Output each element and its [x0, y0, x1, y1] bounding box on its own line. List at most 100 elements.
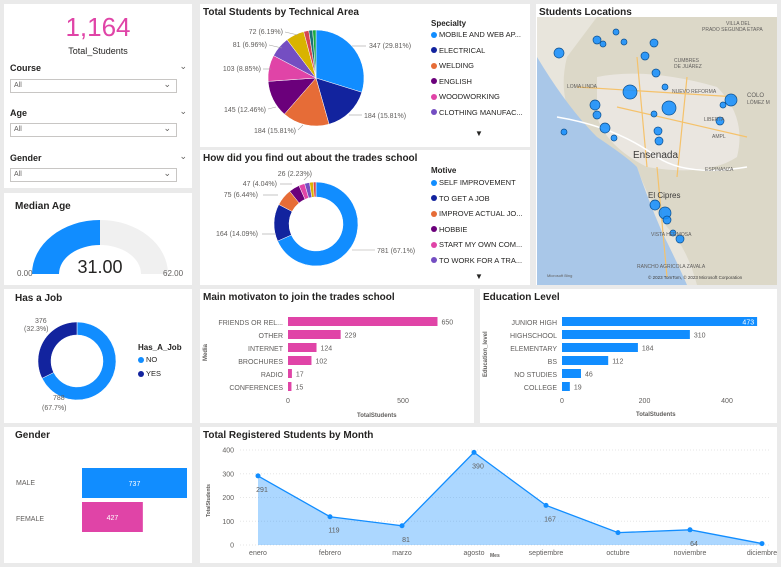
legend-item[interactable]: HOBBIE: [431, 225, 467, 234]
dot-icon: [431, 93, 437, 100]
y-tick-label: 400: [222, 448, 234, 455]
legend-item[interactable]: WOODWORKING: [431, 92, 500, 101]
slice-label: 47 (4.04%): [243, 181, 277, 188]
location-dot: [661, 100, 677, 116]
legend-item[interactable]: ELECTRICAL: [431, 46, 485, 55]
specialty-pie-chart: 347 (29.81%) 184 (15.81%) 184 (15.81%) 145 …: [223, 29, 411, 135]
legend-no-label: NO: [146, 355, 158, 364]
x-tick-label: 0: [286, 398, 290, 405]
bar-value: 650: [442, 320, 454, 327]
median-age-card: Median Age 0.00 62.00 31.00: [4, 193, 192, 285]
map-attribution: © 2023 TomTom, © 2023 Microsoft Corporat…: [648, 274, 743, 280]
data-point: [327, 514, 333, 520]
map-place-ensenada: Ensenada: [633, 150, 678, 161]
chevron-down-icon[interactable]: ⌄: [179, 106, 187, 117]
dot-icon: [431, 210, 437, 217]
legend-item[interactable]: START MY OWN COM...: [431, 240, 522, 249]
gauge-min-label: 0.00: [17, 269, 33, 278]
x-tick-label: 400: [721, 398, 733, 405]
locations-card: Students Locations VILLA DEL PRADO SEGUN…: [536, 4, 777, 285]
location-dot: [650, 110, 658, 118]
more-legend-button[interactable]: ▼: [475, 272, 483, 281]
map-place-el-cipres: El Cipres: [648, 191, 680, 200]
dot-icon: [138, 356, 144, 363]
has-job-donut: 376 (32.3%) 788 (67.7%): [24, 318, 117, 412]
legend-item[interactable]: CLOTHING MANUFAC...: [431, 108, 523, 117]
map-place-vista-hermosa: VISTA HERMOSA: [651, 232, 692, 238]
legend-item[interactable]: TO GET A JOB: [431, 194, 490, 203]
x-tick-label: septiembre: [529, 550, 564, 557]
slice-label: 184 (15.81%): [254, 128, 296, 135]
more-legend-button[interactable]: ▼: [475, 129, 483, 138]
data-point: [687, 527, 693, 533]
bar-category-label: INTERNET: [248, 346, 284, 353]
leader-line: [267, 106, 277, 110]
slice-label: 145 (12.46%): [224, 107, 266, 114]
data-label: 81: [402, 537, 410, 544]
motivation-bar-chart: FRIENDS OR REL... 650 OTHER 229 INTERNET 124 B…: [203, 317, 454, 419]
legend-no[interactable]: NO: [138, 355, 157, 364]
no-percent-label: (67.7%): [42, 405, 67, 412]
dot-icon: [431, 241, 437, 248]
legend-item[interactable]: WELDING: [431, 61, 474, 70]
legend-item[interactable]: SELF IMPROVEMENT: [431, 178, 516, 187]
legend-item[interactable]: MOBILE AND WEB AP...: [431, 30, 521, 39]
legend-label: ELECTRICAL: [439, 45, 486, 55]
motive-card: How did you find out about the trades sc…: [200, 150, 530, 285]
legend-label: START MY OWN COM...: [439, 240, 523, 249]
bar-value: 229: [345, 333, 357, 340]
slice-label: 781 (67.1%): [377, 248, 415, 255]
legend-yes[interactable]: YES: [138, 369, 161, 378]
dot-icon: [431, 47, 437, 53]
legend-item[interactable]: TO WORK FOR A TRA...: [431, 256, 522, 265]
gender-card: Gender MALE FEMALE 737 427: [4, 427, 192, 563]
bar: [562, 343, 638, 352]
x-tick-label: febrero: [319, 550, 341, 557]
map-place-libertad: LIBERTA: [704, 117, 725, 123]
legend-label: MOBILE AND WEB AP...: [439, 30, 521, 39]
slice-label: 164 (14.09%): [216, 231, 258, 238]
location-dot: [620, 38, 628, 46]
location-dot: [592, 110, 602, 120]
slicers-panel: Course ⌄ All ⌄ Age ⌄ All ⌄ Gender ⌄ All ⌄: [4, 59, 192, 188]
chevron-down-icon[interactable]: ⌄: [179, 151, 187, 162]
x-tick-label: enero: [249, 550, 267, 557]
bar-category-label: OTHER: [259, 333, 284, 340]
legend-item[interactable]: ENGLISH: [431, 77, 472, 86]
bar-value: 102: [315, 359, 327, 366]
gender-dropdown[interactable]: All ⌄: [10, 168, 177, 182]
dot-icon: [431, 109, 437, 115]
location-dot: [622, 84, 638, 100]
x-tick-label: agosto: [463, 550, 484, 557]
bar: [288, 330, 341, 339]
monthly-x-axis-label: Mes: [490, 553, 500, 559]
legend-item[interactable]: IMPROVE ACTUAL JO...: [431, 209, 523, 218]
course-dropdown[interactable]: All ⌄: [10, 79, 177, 93]
location-dot: [649, 199, 661, 211]
age-dropdown[interactable]: All ⌄: [10, 123, 177, 137]
dot-icon: [431, 195, 437, 201]
y-tick-label: 100: [222, 519, 234, 526]
location-dot: [560, 128, 568, 136]
slice-label: 184 (15.81%): [364, 113, 406, 120]
x-tick-label: marzo: [392, 550, 412, 557]
data-label: 64: [690, 541, 698, 548]
bar-category-label: FRIENDS OR REL...: [218, 320, 283, 327]
bar: [288, 369, 292, 378]
data-point: [543, 502, 549, 508]
gender-bar-value: 427: [107, 515, 119, 522]
location-dot: [724, 93, 738, 107]
students-map[interactable]: VILLA DEL PRADO SEGUNDA ETAPA CUMBRES DE…: [537, 17, 777, 285]
motivation-x-axis-label: TotalStudents: [357, 413, 397, 419]
gender-bar-value: 737: [129, 481, 141, 488]
chevron-down-icon: ⌄: [163, 79, 171, 89]
location-dot: [599, 122, 611, 134]
legend-label: IMPROVE ACTUAL JO...: [439, 209, 523, 218]
x-tick-label: octubre: [606, 550, 629, 557]
chevron-down-icon[interactable]: ⌄: [179, 61, 187, 72]
x-tick-label: noviembre: [674, 550, 707, 557]
leader-line: [284, 31, 299, 36]
legend-label: WELDING: [439, 61, 475, 70]
slice-label: 75 (6.44%): [224, 192, 258, 199]
age-dropdown-value: All: [14, 126, 22, 133]
